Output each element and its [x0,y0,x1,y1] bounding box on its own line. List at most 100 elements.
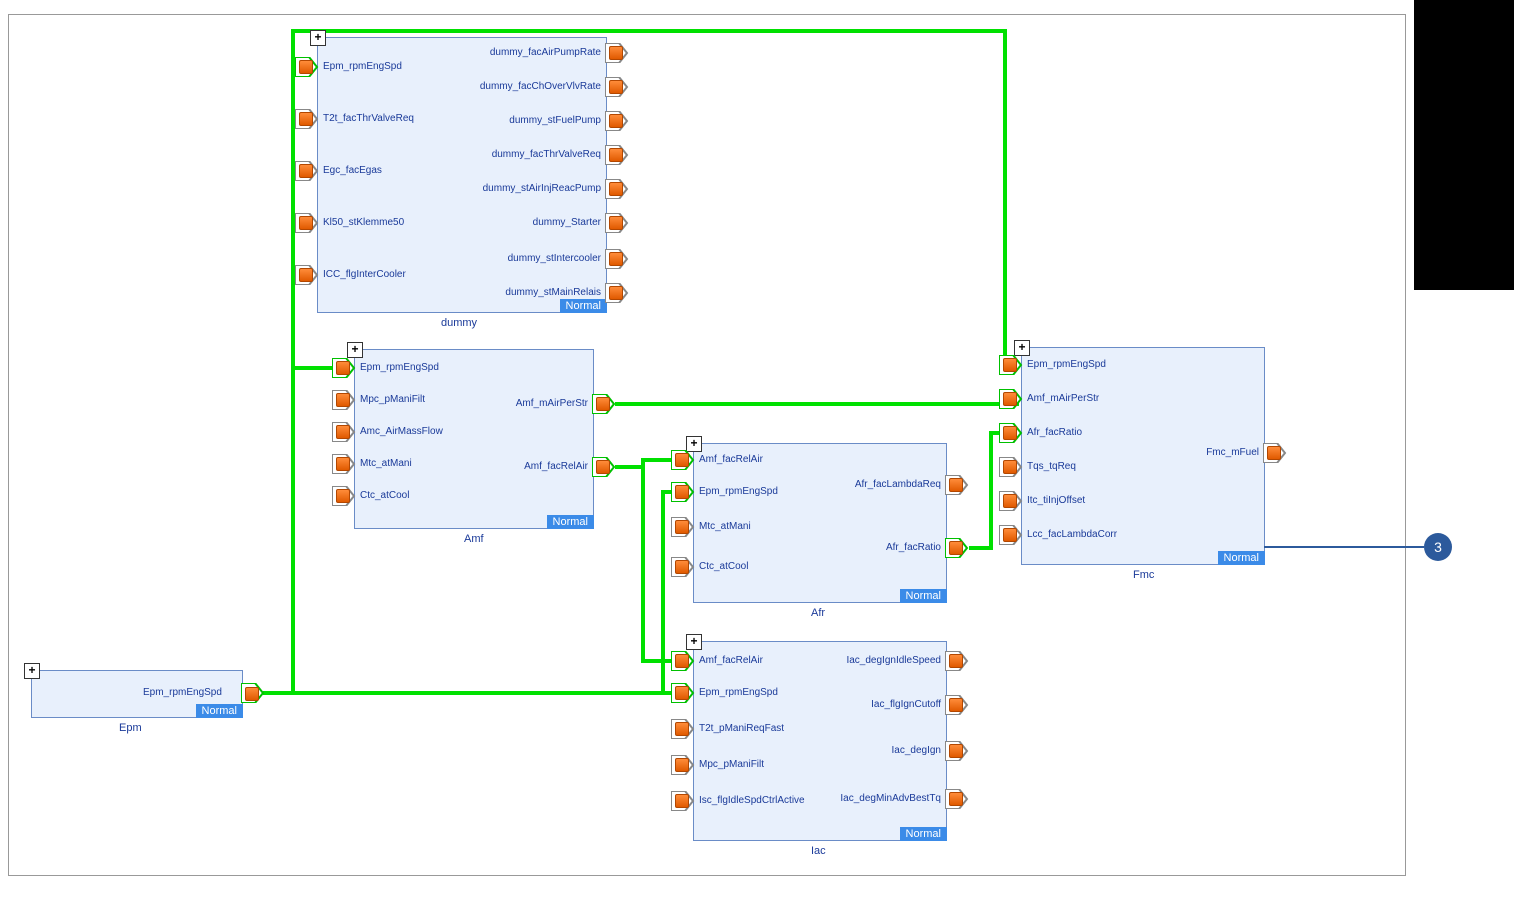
input-port[interactable] [299,164,313,178]
expand-icon[interactable]: + [347,342,363,358]
output-port[interactable] [949,744,963,758]
input-port[interactable] [1003,426,1017,440]
block-amf[interactable]: + Normal [354,349,594,529]
port-label: Amf_facRelAir [699,655,763,666]
output-port[interactable] [949,654,963,668]
wire [661,490,665,695]
wire [1003,29,1007,367]
input-port[interactable] [299,112,313,126]
output-port[interactable] [609,216,623,230]
input-port[interactable] [675,758,689,772]
port-label: Mtc_atMani [699,521,751,532]
port-label: Ctc_atCool [699,561,748,572]
port-label: dummy_facChOverVlvRate [480,81,601,92]
port-label: Amf_facRelAir [524,461,588,472]
output-port[interactable] [609,252,623,266]
block-label: Iac [811,845,826,857]
input-port[interactable] [336,393,350,407]
wire [989,431,993,550]
output-port[interactable] [609,286,623,300]
port-label: Amf_mAirPerStr [1027,393,1099,404]
port-label: Lcc_facLambdaCorr [1027,529,1117,540]
output-port[interactable] [245,687,259,701]
input-port[interactable] [1003,494,1017,508]
block-iac[interactable]: + Normal [693,641,947,841]
input-port[interactable] [1003,358,1017,372]
port-label: dummy_stIntercooler [508,253,601,264]
input-port[interactable] [336,425,350,439]
input-port[interactable] [1003,460,1017,474]
port-label: dummy_facThrValveReq [492,149,601,160]
wire [641,458,645,663]
input-port[interactable] [299,216,313,230]
port-label: Amf_facRelAir [699,454,763,465]
port-label: dummy_Starter [533,217,601,228]
port-label: Mpc_pManiFilt [699,759,764,770]
port-label: Mtc_atMani [360,458,412,469]
block-label: dummy [441,317,477,329]
output-port[interactable] [609,182,623,196]
expand-icon[interactable]: + [310,30,326,46]
port-label: Ctc_atCool [360,490,409,501]
block-label: Afr [811,607,825,619]
port-label: dummy_stAirInjReacPump [483,183,601,194]
output-port[interactable] [609,46,623,60]
mode-badge: Normal [1218,551,1265,565]
wire [615,402,1019,406]
input-port[interactable] [336,361,350,375]
output-port[interactable] [1267,446,1281,460]
input-port[interactable] [675,654,689,668]
diagram-canvas: + Normal Epm Epm_rpmEngSpd + Normal dumm… [8,14,1406,876]
block-label: Amf [464,533,484,545]
port-label: Afr_facRatio [886,542,941,553]
output-port[interactable] [609,148,623,162]
port-label: Isc_flgIdleSpdCtrlActive [699,795,805,806]
output-port[interactable] [949,541,963,555]
output-port[interactable] [609,114,623,128]
port-label: Epm_rpmEngSpd [323,61,402,72]
input-port[interactable] [675,485,689,499]
port-label: T2t_pManiReqFast [699,723,784,734]
port-label: Kl50_stKlemme50 [323,217,404,228]
port-label: dummy_stMainRelais [505,287,601,298]
port-label: Iac_degIgnIdleSpeed [846,655,941,666]
input-port[interactable] [675,794,689,808]
annotation-leader-line [1264,546,1424,548]
input-port[interactable] [675,453,689,467]
input-port[interactable] [1003,528,1017,542]
port-label: Fmc_mFuel [1206,447,1259,458]
port-label: Epm_rpmEngSpd [699,486,778,497]
input-port[interactable] [299,268,313,282]
output-port[interactable] [949,792,963,806]
port-label: Epm_rpmEngSpd [1027,359,1106,370]
input-port[interactable] [675,722,689,736]
mode-badge: Normal [900,827,947,841]
port-label: Epm_rpmEngSpd [143,687,222,698]
output-port[interactable] [609,80,623,94]
port-label: dummy_stFuelPump [509,115,601,126]
expand-icon[interactable]: + [1014,340,1030,356]
wire [291,29,1007,33]
port-label: Egc_facEgas [323,165,382,176]
black-right-panel [1414,0,1514,290]
input-port[interactable] [675,520,689,534]
input-port[interactable] [336,457,350,471]
expand-icon[interactable]: + [686,634,702,650]
input-port[interactable] [1003,392,1017,406]
port-label: Afr_facRatio [1027,427,1082,438]
input-port[interactable] [675,560,689,574]
port-label: Iac_degMinAdvBestTq [840,793,941,804]
port-label: Tqs_tqReq [1027,461,1076,472]
expand-icon[interactable]: + [24,663,40,679]
output-port[interactable] [596,397,610,411]
output-port[interactable] [949,698,963,712]
input-port[interactable] [336,489,350,503]
output-port[interactable] [596,460,610,474]
input-port[interactable] [299,60,313,74]
input-port[interactable] [675,686,689,700]
port-label: Itc_tiInjOffset [1027,495,1085,506]
mode-badge: Normal [196,704,243,718]
port-label: Amf_mAirPerStr [516,398,588,409]
port-label: dummy_facAirPumpRate [490,47,601,58]
output-port[interactable] [949,478,963,492]
